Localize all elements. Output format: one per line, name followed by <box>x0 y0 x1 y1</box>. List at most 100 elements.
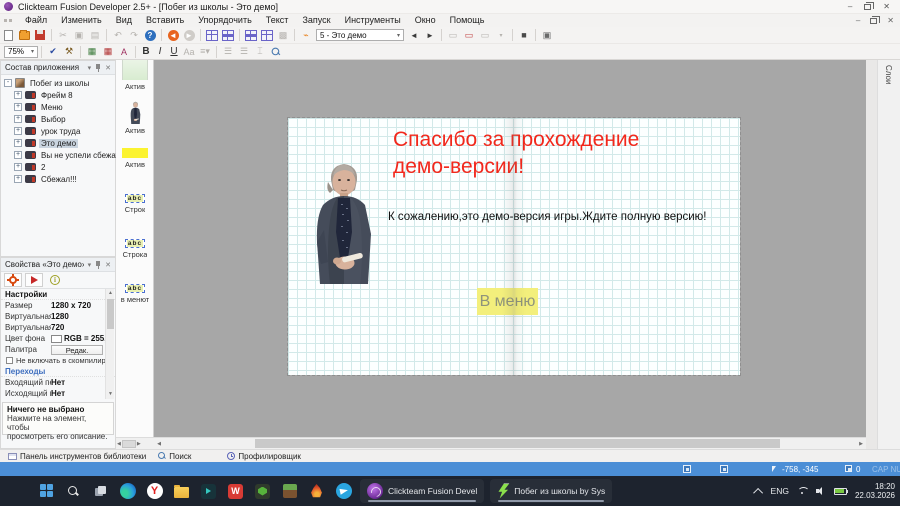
frame-title-text[interactable]: Спасибо за прохождение демо-версии! <box>393 126 639 180</box>
properties-scrollbar[interactable]: ▲ ▼ <box>105 289 114 399</box>
event-editor-button[interactable] <box>243 28 259 42</box>
forward-button[interactable]: ► <box>181 28 197 42</box>
backdrop-thumbnail-icon[interactable] <box>122 60 148 80</box>
prop-row-checkbox[interactable]: Не включать в скомпилир <box>1 355 115 366</box>
string-object-icon[interactable]: abc <box>125 284 145 293</box>
run-application-icon[interactable]: ▭ <box>445 28 461 42</box>
menu-edit[interactable]: Изменить <box>54 14 109 27</box>
restore-button[interactable] <box>864 1 875 10</box>
task-view-icon[interactable] <box>90 481 111 502</box>
stop-button[interactable]: ■ <box>516 28 532 42</box>
volume-icon[interactable] <box>815 487 826 496</box>
next-frame-button[interactable]: ► <box>422 28 438 42</box>
bold-button[interactable]: B <box>139 45 153 59</box>
menu-arrange[interactable]: Упорядочить <box>191 14 259 27</box>
back-button[interactable]: ◄ <box>165 28 181 42</box>
menu-insert[interactable]: Вставить <box>139 14 191 27</box>
layers-side-tab[interactable]: Слои <box>877 60 900 449</box>
font-tool-icon[interactable]: A <box>116 45 132 59</box>
frame-editor-canvas[interactable]: Спасибо за прохождение демо-версии! К со… <box>154 60 866 437</box>
menu-tools[interactable]: Инструменты <box>338 14 408 27</box>
prop-row-size[interactable]: Размер 1280 x 720 <box>1 300 115 311</box>
scroll-left-icon[interactable]: ◀ <box>117 441 121 447</box>
zoom-selector[interactable]: 75% ▾ <box>4 45 38 58</box>
tree-item-menu[interactable]: + Меню <box>4 101 115 113</box>
object-active-backdrop[interactable]: Актив <box>116 60 154 91</box>
storyboard-editor-button[interactable] <box>204 28 220 42</box>
battery-icon[interactable] <box>833 487 849 495</box>
expander-icon[interactable]: - <box>4 79 12 87</box>
frame-body-text[interactable]: К сожалению,это демо-версия игры.Ждите п… <box>388 211 707 223</box>
prop-row-transition-in[interactable]: Входящий пе Нет <box>1 377 115 388</box>
mdi-minimize-button[interactable]: – <box>856 16 860 25</box>
menu-button-object[interactable]: В меню <box>477 288 538 315</box>
snap-grid-icon[interactable]: ▦ <box>100 45 116 59</box>
search-zoom-icon[interactable] <box>268 45 284 59</box>
menu-view[interactable]: Вид <box>109 14 139 27</box>
italic-button[interactable]: I <box>153 45 167 59</box>
scroll-thumb[interactable] <box>107 299 114 329</box>
mdi-close-button[interactable]: ✕ <box>887 16 894 25</box>
show-grid-icon[interactable]: ▦ <box>84 45 100 59</box>
prop-row-bg-color[interactable]: Цвет фона RGB = 255, 2 <box>1 333 115 344</box>
object-string-1[interactable]: abc Строк <box>116 194 154 214</box>
red-w-app-icon[interactable]: W <box>225 481 246 502</box>
expander-icon[interactable]: + <box>14 103 22 111</box>
expander-icon[interactable]: + <box>14 115 22 123</box>
frame-selector[interactable]: 5 - Это демо ▾ <box>316 29 404 41</box>
taskbar-search-icon[interactable] <box>63 481 84 502</box>
tab-runtime-play-icon[interactable] <box>25 273 43 287</box>
teacher-photo[interactable] <box>304 160 384 284</box>
object-active-yellow[interactable]: Актив <box>116 148 154 169</box>
scroll-down-icon[interactable]: ▼ <box>106 390 115 399</box>
tree-item-2[interactable]: + 2 <box>4 161 115 173</box>
pin-icon[interactable] <box>95 260 101 269</box>
new-file-button[interactable] <box>0 28 16 42</box>
event-list-editor-button[interactable] <box>259 28 275 42</box>
layers-tab-label[interactable]: Слои <box>884 65 893 84</box>
teacher-thumbnail-icon[interactable] <box>128 101 143 124</box>
run-frame-icon[interactable]: ⌁ <box>298 28 314 42</box>
flame-app-icon[interactable] <box>306 481 327 502</box>
expander-icon[interactable]: + <box>14 175 22 183</box>
taskbar-window-game[interactable]: Побег из школы by Sys <box>490 479 613 503</box>
green-app-icon[interactable] <box>252 481 273 502</box>
panel-menu-icon[interactable]: ▾ <box>88 64 92 72</box>
panel-close-icon[interactable]: ✕ <box>105 261 111 269</box>
tab-about-info-icon[interactable]: i <box>46 273 64 287</box>
menu-file[interactable]: Файл <box>18 14 54 27</box>
grid-settings-icon[interactable]: ⚒ <box>61 45 77 59</box>
prop-row-palette[interactable]: Палитра Редак. <box>1 344 115 355</box>
telegram-icon[interactable] <box>333 481 354 502</box>
panel-close-icon[interactable]: ✕ <box>105 64 111 72</box>
open-file-button[interactable] <box>16 28 32 42</box>
expander-icon[interactable]: + <box>14 151 22 159</box>
edge-browser-icon[interactable] <box>117 481 138 502</box>
scroll-thumb[interactable] <box>121 439 136 448</box>
minimize-button[interactable]: – <box>848 2 852 11</box>
clock[interactable]: 18:20 22.03.2026 <box>855 482 895 500</box>
yandex-browser-icon[interactable]: Y <box>144 481 165 502</box>
pin-icon[interactable] <box>95 63 101 72</box>
canvas-horizontal-scrollbar[interactable]: ◀ ▶ <box>154 437 866 449</box>
fullscreen-button[interactable]: ▣ <box>539 28 555 42</box>
prop-row-virtual-height[interactable]: Виртуальная 720 <box>1 322 115 333</box>
tree-root[interactable]: - Побег из школы <box>4 77 115 89</box>
tree-item-urok-truda[interactable]: + урок труда <box>4 125 115 137</box>
taskbar-window-fusion[interactable]: Clickteam Fusion Devel <box>360 479 485 503</box>
color-swatch[interactable] <box>51 334 62 343</box>
frame-editor-button[interactable] <box>220 28 236 42</box>
expander-icon[interactable]: + <box>14 127 22 135</box>
tree-item-frame8[interactable]: + Фрейм 8 <box>4 89 115 101</box>
tree-item-ne-uspeli[interactable]: + Вы не успели сбежать :( <box>4 149 131 161</box>
expander-icon[interactable]: + <box>14 163 22 171</box>
start-button[interactable] <box>36 481 57 502</box>
object-string-3[interactable]: abc в менют <box>116 284 154 304</box>
dark-app-icon[interactable] <box>198 481 219 502</box>
prop-row-transition-out[interactable]: Исходящий п Нет <box>1 388 115 399</box>
expander-icon[interactable]: + <box>14 139 22 147</box>
palette-edit-button[interactable]: Редак. <box>51 344 103 355</box>
pointer-tool-icon[interactable]: ✔ <box>45 45 61 59</box>
file-explorer-icon[interactable] <box>171 481 192 502</box>
scroll-up-icon[interactable]: ▲ <box>106 289 115 298</box>
